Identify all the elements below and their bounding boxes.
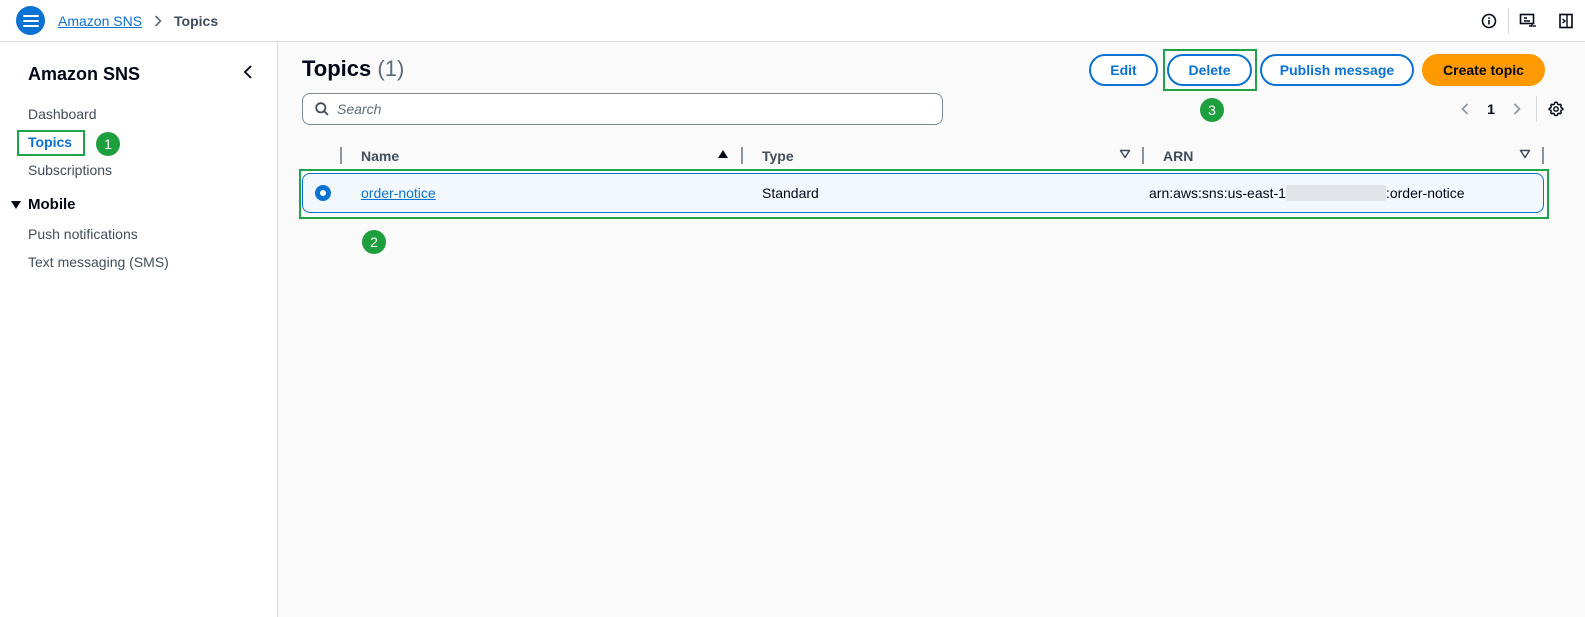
arn-prefix: arn:aws:sns:us-east-1 [1149,185,1286,201]
feedback-icon[interactable] [1509,0,1547,42]
table-row[interactable]: order-notice Standard arn:aws:sns:us-eas… [302,173,1544,213]
chevron-right-icon [154,15,162,27]
step-badge-2: 2 [362,230,386,254]
previous-page-button[interactable] [1452,96,1478,122]
collapse-sidebar-button[interactable] [238,62,258,82]
sidebar-item-text-messaging[interactable]: Text messaging (SMS) [28,254,169,270]
column-divider [340,147,342,164]
breadcrumb-current: Topics [174,13,219,29]
sidebar-item-dashboard[interactable]: Dashboard [28,106,97,122]
chevron-right-icon [1513,103,1521,115]
page-title-text: Topics [302,56,372,81]
redacted-account-id [1285,185,1386,201]
column-header-name[interactable]: Name [361,144,399,168]
topic-arn: arn:aws:sns:us-east-1 :order-notice [1149,185,1465,201]
top-header: Amazon SNS Topics [0,0,1585,42]
sidebar-title: Amazon SNS [28,64,141,84]
arn-suffix: :order-notice [1385,185,1465,201]
main-content: Topics (1) Edit Delete Publish message C… [278,42,1585,617]
info-icon[interactable] [1470,0,1508,42]
hamburger-icon [22,14,39,27]
pagination-divider [1536,96,1537,122]
edit-button[interactable]: Edit [1089,54,1158,86]
gear-icon [1548,101,1564,117]
sort-ascending-icon[interactable] [717,149,729,159]
next-page-button[interactable] [1504,96,1530,122]
topic-name-link[interactable]: order-notice [361,185,436,201]
breadcrumb: Amazon SNS Topics [58,13,218,29]
table-preferences-button[interactable] [1545,96,1567,122]
column-divider [741,147,743,164]
step-badge-3: 3 [1200,98,1224,122]
column-header-type[interactable]: Type [762,144,794,168]
pagination: 1 [1452,96,1567,122]
caret-down-icon [11,200,21,209]
search-input[interactable] [337,101,917,117]
header-utilities [1470,0,1585,42]
column-divider [1542,147,1544,164]
sidebar-item-push-notifications[interactable]: Push notifications [28,226,138,242]
sidebar-item-subscriptions[interactable]: Subscriptions [28,162,112,178]
delete-button[interactable]: Delete [1167,54,1252,86]
search-icon [315,102,329,116]
step-badge-1: 1 [96,132,120,156]
side-navigation: Amazon SNS Dashboard Topics Subscription… [0,42,278,617]
chevron-left-icon [243,65,252,79]
sort-icon[interactable] [1119,149,1131,159]
sidebar-section-label: Mobile [28,196,76,213]
sort-icon[interactable] [1519,149,1531,159]
topic-type: Standard [762,185,819,201]
create-topic-button[interactable]: Create topic [1422,54,1545,86]
search-bar [302,93,943,125]
table-header: Name Type ARN [302,144,1547,168]
sidebar-item-topics[interactable]: Topics [28,134,72,150]
column-divider [1142,147,1144,164]
breadcrumb-service-link[interactable]: Amazon SNS [58,13,142,29]
page-number[interactable]: 1 [1478,101,1504,117]
publish-message-button[interactable]: Publish message [1260,54,1414,86]
radio-dot [320,190,326,196]
sidebar-section-mobile[interactable]: Mobile [10,196,76,213]
chevron-left-icon [1461,103,1469,115]
page-title: Topics (1) [302,56,404,82]
row-select-radio[interactable] [315,185,331,201]
topic-count: (1) [377,56,405,81]
menu-button[interactable] [16,6,45,35]
side-panel-icon[interactable] [1547,0,1585,42]
column-header-arn[interactable]: ARN [1163,144,1193,168]
